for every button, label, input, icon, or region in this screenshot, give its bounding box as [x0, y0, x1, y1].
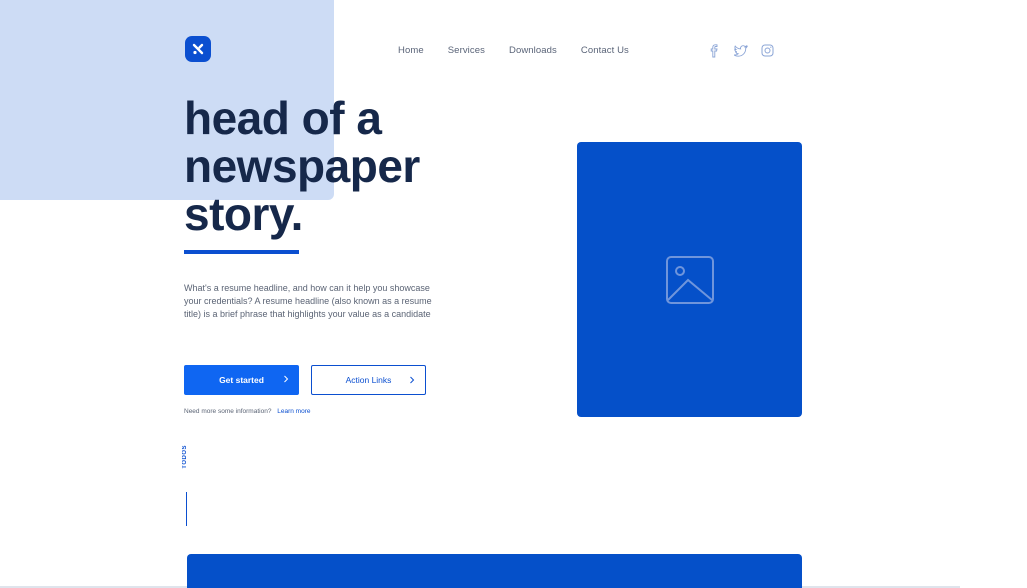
social-links: [706, 43, 775, 58]
headline-line: head of a: [184, 92, 382, 144]
hero-image-placeholder: [577, 142, 802, 417]
action-links-button[interactable]: Action Links: [311, 365, 426, 395]
nav-item-services[interactable]: Services: [448, 45, 485, 56]
main-navigation: Home Services Downloads Contact Us: [398, 45, 653, 56]
get-started-button[interactable]: Get started: [184, 365, 299, 395]
twitter-icon[interactable]: [733, 43, 748, 58]
more-info-text: Need more some information? Learn more: [184, 408, 311, 415]
vertical-divider: [186, 492, 187, 526]
footer-banner-block: [187, 554, 802, 588]
hero-description: What's a resume headline, and how can it…: [184, 283, 432, 319]
chevron-right-icon: [284, 375, 289, 383]
action-links-label: Action Links: [345, 375, 392, 385]
brand-logo-icon[interactable]: [185, 36, 211, 62]
nav-item-downloads[interactable]: Downloads: [509, 45, 557, 56]
vertical-scroll-label: TODOS: [182, 445, 188, 469]
instagram-icon[interactable]: [760, 43, 775, 58]
headline-underline: [184, 250, 299, 254]
headline-line: story.: [184, 188, 303, 240]
headline-line: newspaper: [184, 140, 420, 192]
chevron-right-icon: [410, 376, 415, 384]
image-placeholder-icon: [665, 255, 714, 304]
nav-item-contact-us[interactable]: Contact Us: [581, 45, 629, 56]
learn-more-link[interactable]: Learn more: [277, 408, 310, 415]
nav-item-home[interactable]: Home: [398, 45, 424, 56]
facebook-icon[interactable]: [706, 43, 721, 58]
more-info-label: Need more some information?: [184, 408, 272, 415]
get-started-label: Get started: [219, 375, 264, 385]
hero-headline: head of a newspaper story.: [184, 94, 420, 238]
